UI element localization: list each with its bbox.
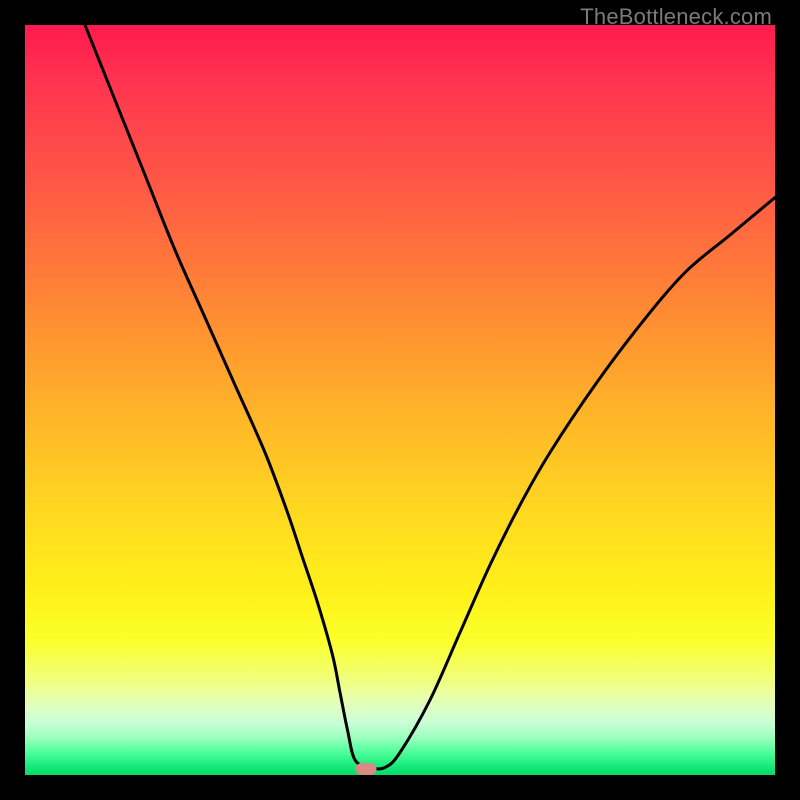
optimal-point-marker bbox=[356, 763, 377, 775]
bottleneck-curve bbox=[25, 25, 775, 775]
chart-frame: TheBottleneck.com bbox=[0, 0, 800, 800]
plot-area bbox=[25, 25, 775, 775]
watermark-text: TheBottleneck.com bbox=[580, 4, 772, 30]
